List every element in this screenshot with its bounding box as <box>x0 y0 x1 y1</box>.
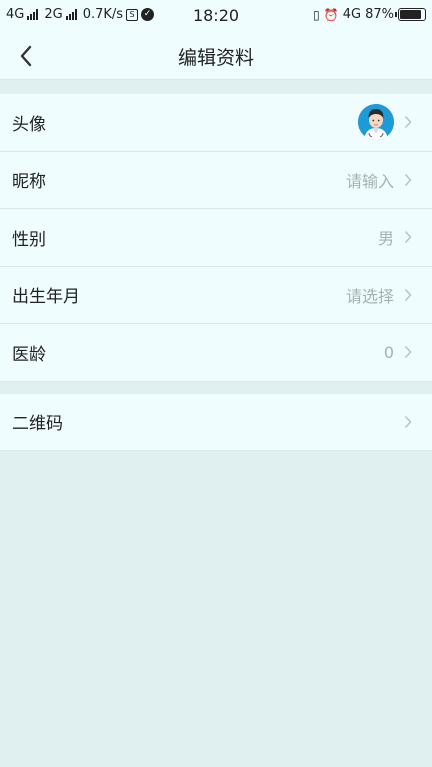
alarm-icon: ⏰ <box>323 7 339 22</box>
row-value: 男 <box>377 229 394 249</box>
app-header: 编辑资料 <box>0 30 432 80</box>
row-value: 请输入 <box>345 171 394 191</box>
chevron-right-icon <box>404 415 412 429</box>
row-medical-age[interactable]: 医龄 0 <box>0 324 432 382</box>
network-type-3: 4G <box>342 7 362 22</box>
row-label: 医龄 <box>12 344 46 365</box>
chevron-right-icon <box>404 230 412 244</box>
chevron-right-icon <box>404 345 412 359</box>
qr-section: 二维码 <box>0 393 432 451</box>
row-label: 头像 <box>12 114 46 135</box>
section-gap <box>0 80 432 94</box>
row-label: 性别 <box>12 229 46 250</box>
status-bar-right: ▯ ⏰ 4G 87% <box>313 7 426 22</box>
row-birthdate[interactable]: 出生年月 请选择 <box>0 267 432 324</box>
section-gap <box>0 381 432 394</box>
row-label: 出生年月 <box>12 287 80 308</box>
avatar <box>358 104 394 141</box>
battery-percent: 87% <box>365 7 394 22</box>
row-avatar[interactable]: 头像 <box>0 94 432 152</box>
profile-list: 头像 昵称 请输入 性别 男 出生年月 请选择 医龄 0 <box>0 94 432 382</box>
chevron-right-icon <box>404 173 412 187</box>
page-title: 编辑资料 <box>177 47 254 69</box>
row-label: 昵称 <box>12 172 46 193</box>
battery-icon <box>395 8 426 21</box>
chevron-right-icon <box>404 115 412 129</box>
status-bar: 4G 2G 0.7K/s S ✓ 18:20 ▯ ⏰ 4G 87% <box>0 0 432 30</box>
row-value: 0 <box>383 342 394 362</box>
vibrate-icon: ▯ <box>313 7 320 22</box>
row-gender[interactable]: 性别 男 <box>0 209 432 267</box>
row-qr-code[interactable]: 二维码 <box>0 394 432 451</box>
doctor-avatar-icon <box>358 104 394 141</box>
row-label: 二维码 <box>12 414 63 435</box>
empty-area <box>0 451 432 767</box>
row-nickname[interactable]: 昵称 请输入 <box>0 152 432 209</box>
row-value: 请选择 <box>345 286 394 306</box>
chevron-right-icon <box>404 288 412 302</box>
